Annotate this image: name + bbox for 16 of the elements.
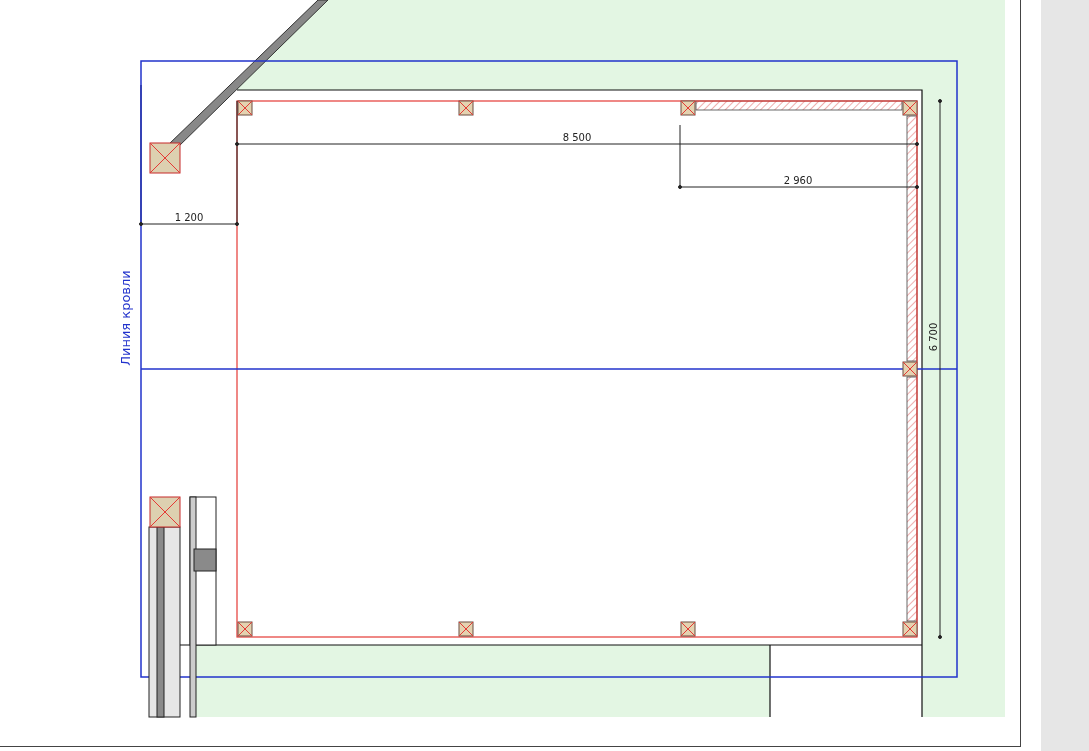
dimension-value: 8 500 — [562, 132, 592, 143]
column-icon — [902, 621, 918, 637]
column-icon — [237, 100, 253, 116]
column-icon — [149, 142, 181, 174]
column-icon — [237, 621, 253, 637]
dimension-value: 6 700 — [928, 322, 939, 352]
dimension-value: 2 960 — [783, 175, 813, 186]
column-icon — [458, 100, 474, 116]
column-icon — [458, 621, 474, 637]
column-icon — [680, 100, 696, 116]
dimension-value: 1 200 — [174, 212, 204, 223]
column-icon — [149, 496, 181, 528]
roof-line-label: Линия кровли — [118, 270, 133, 366]
column-icon — [680, 621, 696, 637]
column-icon — [902, 361, 918, 377]
column-icon — [902, 100, 918, 116]
